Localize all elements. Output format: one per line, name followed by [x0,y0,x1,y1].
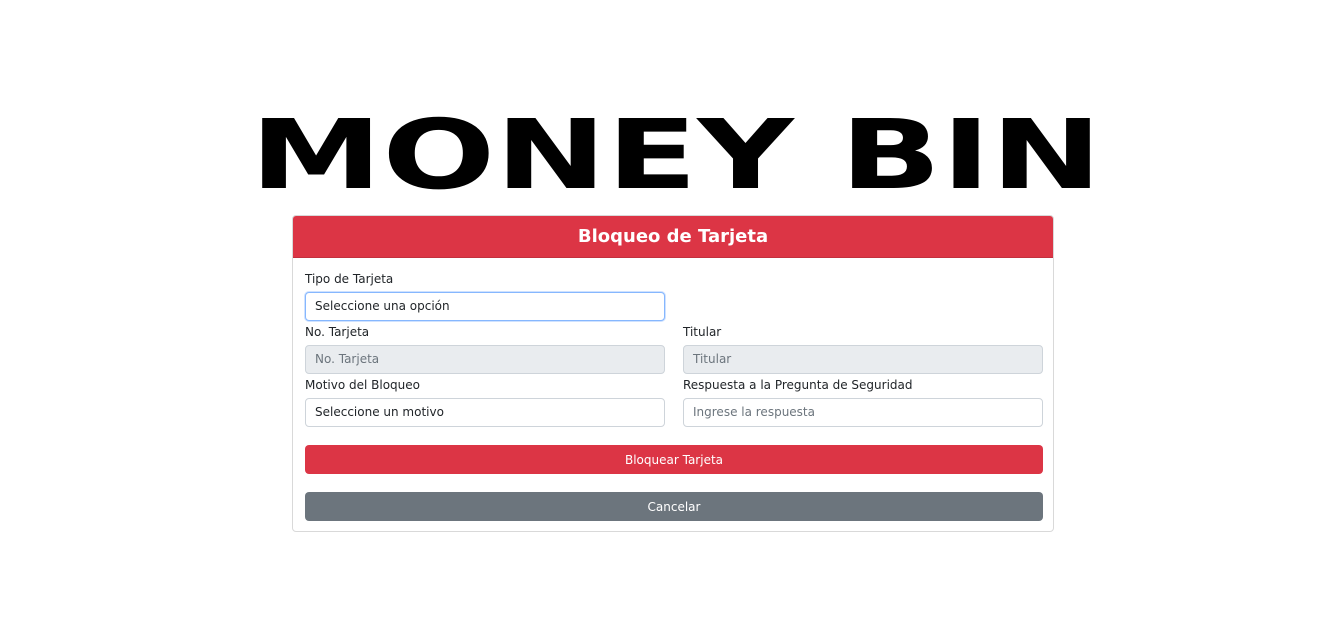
block-card-form: Bloqueo de Tarjeta Tipo de Tarjeta Selec… [292,215,1054,532]
holder-input[interactable]: Titular [683,345,1043,374]
card-header: Bloqueo de Tarjeta [293,216,1053,258]
block-card-button[interactable]: Bloquear Tarjeta [305,445,1043,474]
security-answer-label: Respuesta a la Pregunta de Seguridad [683,378,913,392]
money-bin-logo: MONEY BIN [250,104,1102,200]
logo-text: MONEY BIN [250,104,1102,200]
card-title: Bloqueo de Tarjeta [577,226,769,247]
block-reason-label: Motivo del Bloqueo [305,378,420,392]
cancel-button[interactable]: Cancelar [305,492,1043,521]
card-type-select[interactable]: Seleccione una opción [305,292,665,321]
card-type-label: Tipo de Tarjeta [305,272,394,286]
holder-label: Titular [683,325,722,339]
block-reason-select[interactable]: Seleccione un motivo [305,398,665,427]
card-number-input[interactable]: No. Tarjeta [305,345,665,374]
security-answer-input[interactable]: Ingrese la respuesta [683,398,1043,427]
card-number-label: No. Tarjeta [305,325,370,339]
logo-graphic: MONEY BIN [250,104,1102,200]
